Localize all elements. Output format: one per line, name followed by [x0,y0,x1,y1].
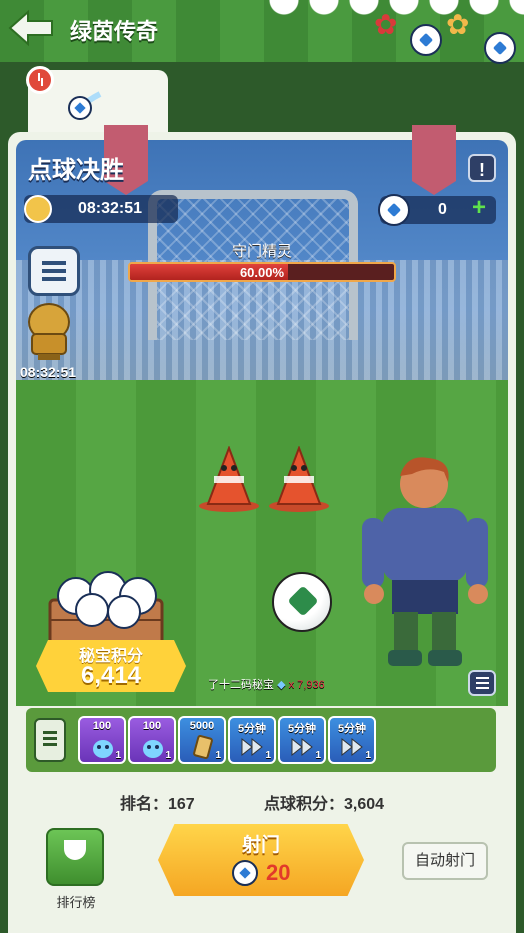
penalty-points-text: 点球积分：3,604 [264,796,385,813]
reward-qty: 1 [265,750,271,761]
add-balls-button[interactable]: + [472,194,486,222]
reward-item[interactable]: 100 1 [128,716,176,764]
event-title: 点球决胜 [28,157,124,184]
list-button[interactable] [468,670,496,696]
reward-qty: 1 [165,750,171,761]
reward-label: 100 [92,720,112,732]
speedup-icon [341,737,363,757]
soccer-ball-icon [378,194,410,226]
reward-label: 5分钟 [337,723,367,735]
player-character [362,457,488,666]
elf-icon [93,740,113,758]
reward-item[interactable]: 5000 1 [178,716,226,764]
rules-card-button[interactable] [28,246,80,296]
reward-qty: 1 [365,750,371,761]
cone-goalkeeper-icon [269,446,329,512]
clock-icon [26,66,54,94]
treasure-score-value: 6,414 [80,662,142,689]
reward-label: 100 [142,720,162,732]
banner-right [412,125,456,195]
reward-item[interactable]: 5分钟 1 [228,716,276,764]
gem-icon: ◆ [277,679,286,691]
treasure-info: 了十二码秘宝 ◆ x 7,936 [208,676,325,692]
cone-goalkeeper-icon [199,446,259,512]
reward-label: 5分钟 [287,723,317,735]
reward-label: 5分钟 [237,723,267,735]
chest-timer: 08:32:51 [20,364,77,380]
reward-label: 5000 [189,720,215,732]
reward-menu-button[interactable] [34,718,66,762]
reward-item[interactable]: 5分钟 1 [278,716,326,764]
document-icon [42,261,66,283]
soccer-ball-icon [232,860,258,886]
soccer-ball-icon [484,32,516,64]
event-timer-text: 08:32:51 [78,200,143,217]
event-timer: 08:32:51 [24,195,178,223]
golden-chest-icon[interactable] [24,300,74,362]
leaderboard-button[interactable] [46,828,104,886]
reward-qty: 1 [215,750,221,761]
shoot-cost: 20 [266,860,291,885]
clock-icon [24,195,52,223]
speedup-icon [241,737,263,757]
treasure-desc: 了十二码秘宝 [208,679,274,691]
flower-icon: ✿ [446,9,470,40]
elf-icon [143,740,163,758]
back-arrow-icon[interactable] [6,8,56,48]
treasure-count: x 7,936 [288,679,325,691]
top-bar: 绿茵传奇 ✿ ✿ [0,0,524,64]
reward-item[interactable]: 100 1 [78,716,126,764]
app-title: 绿茵传奇 [70,19,159,44]
speedup-icon [291,737,313,757]
flying-ball-icon [68,91,102,120]
reward-item[interactable]: 5分钟 1 [328,716,376,764]
ball-counter: 0 + [378,194,496,226]
soccer-ball [272,572,332,632]
shoot-label: 射门 [241,835,280,856]
ball-count: 0 [438,201,447,218]
reward-qty: 1 [315,750,321,761]
auto-shoot-button[interactable]: 自动射门 [402,842,488,880]
boss-hp-text: 60.00% [239,265,285,280]
soccer-ball-icon [410,24,442,56]
reward-qty: 1 [115,750,121,761]
boss-hp-bar: 60.00% [128,262,396,282]
flower-icon: ✿ [374,9,398,40]
rank-text: 排名：167 [120,796,195,813]
leaderboard-label: 排行榜 [56,895,96,910]
info-button[interactable]: ! [468,154,496,182]
card-icon [193,735,213,759]
